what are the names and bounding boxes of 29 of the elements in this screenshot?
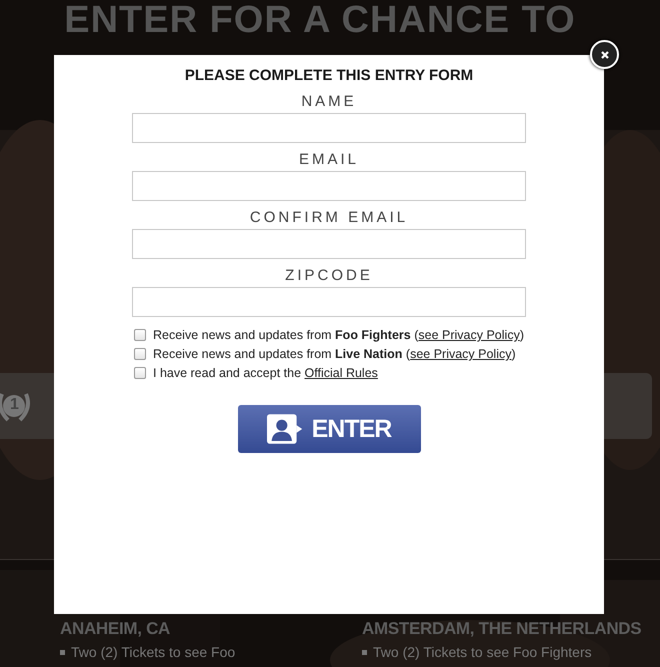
enter-button[interactable]: ENTER: [238, 405, 420, 453]
field-label: EMAIL: [298, 151, 359, 169]
profile-icon: [266, 414, 304, 444]
city-heading: ANAHEIM, CA: [60, 618, 172, 640]
prize-bar: [604, 373, 652, 439]
field-label: NAME: [301, 93, 357, 111]
prize-text: Two (2) Tickets to see Foo: [71, 644, 236, 660]
link[interactable]: Official Rules: [304, 366, 378, 380]
field-label: CONFIRM EMAIL: [250, 209, 408, 227]
input-field[interactable]: [132, 287, 526, 317]
prize-text: Two (2) Tickets to see Foo Fighters: [373, 644, 592, 660]
link[interactable]: see Privacy Policy: [418, 328, 520, 342]
checkbox[interactable]: [134, 329, 146, 341]
consent-text: I have read and accept the Official Rules: [153, 365, 378, 381]
link[interactable]: see Privacy Policy: [410, 347, 512, 361]
input-field[interactable]: [132, 171, 526, 201]
consent-text: Receive news and updates from Foo Fighters (see Privacy Policy): [153, 327, 524, 343]
city-heading: AMSTERDAM, THE NETHERLANDS: [362, 618, 642, 640]
form-title: PLEASE COMPLETE THIS ENTRY FORM: [184, 67, 474, 85]
field-label: ZIPCODE: [285, 267, 373, 285]
bullet-icon: [60, 650, 65, 654]
checkbox[interactable]: [134, 367, 146, 379]
bullet-icon: [362, 650, 367, 654]
input-field[interactable]: [132, 229, 526, 259]
input-field[interactable]: [132, 113, 526, 143]
headline: ENTER FOR A CHANCE TO: [63, 0, 577, 40]
checkbox[interactable]: [134, 348, 146, 360]
consent-text: Receive news and updates from Live Nation (see Privacy Policy): [153, 346, 516, 362]
close-icon: [600, 50, 610, 60]
